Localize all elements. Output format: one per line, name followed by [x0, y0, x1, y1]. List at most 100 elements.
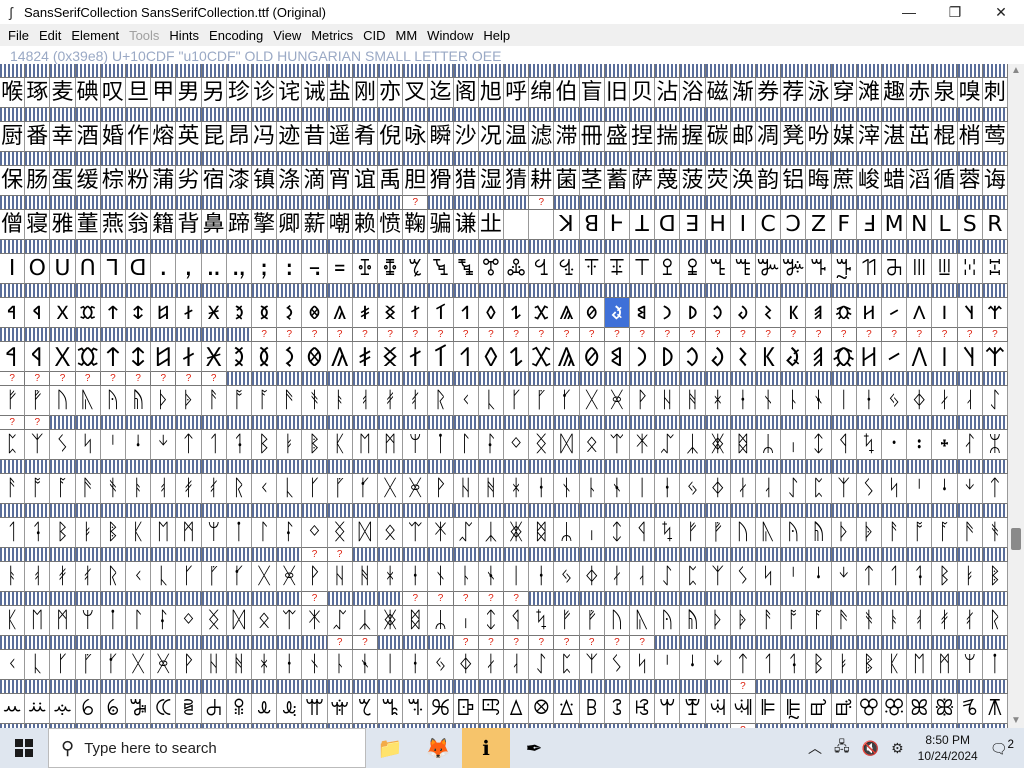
glyph-cell[interactable]: 𐳏 — [378, 298, 404, 328]
glyph-cell[interactable]: ᚳ — [151, 562, 177, 592]
glyph-cell[interactable]: 沾 — [655, 78, 681, 108]
glyph-cell[interactable]: 𐲣 — [882, 342, 908, 372]
glyph-cell[interactable]: ꔂ — [403, 254, 429, 284]
glyph-cell[interactable]: ᚢ — [604, 606, 630, 636]
glyph-cell[interactable]: ᛆ — [756, 474, 782, 504]
glyph-cell[interactable]: ᛈ — [554, 650, 580, 680]
glyph-cell[interactable]: 𐲦 — [957, 342, 983, 372]
glyph-cell[interactable]: ᚭ — [882, 606, 908, 636]
glyph-cell[interactable]: 瞬 — [428, 122, 454, 152]
glyph-cell[interactable]: 梢 — [957, 122, 983, 152]
glyph-cell[interactable]: ᚻ — [226, 650, 252, 680]
glyph-cell[interactable]: 𐳅 — [126, 298, 152, 328]
fontforge-icon[interactable]: ʃ — [4, 4, 18, 20]
glyph-cell[interactable]: ᛆ — [630, 562, 656, 592]
glyph-cell[interactable]: ᛓ — [831, 650, 857, 680]
glyph-cell[interactable]: ᚶ — [554, 386, 580, 416]
glyph-cell[interactable]: ᚷ — [378, 474, 404, 504]
glyph-cell[interactable]: ᚭ — [327, 386, 353, 416]
glyph-cell[interactable]: 谦 — [453, 210, 479, 240]
glyph-cell[interactable]: ᚸ — [151, 650, 177, 680]
glyph-cell[interactable]: ꔀ — [352, 254, 378, 284]
glyph-cell[interactable]: 董 — [75, 210, 101, 240]
glyph-cell[interactable]: 番 — [25, 122, 51, 152]
glyph-cell[interactable]: ᛏ — [730, 650, 756, 680]
glyph-cell[interactable]: 迄 — [428, 78, 454, 108]
glyph-cell[interactable]: ꓷ — [655, 210, 681, 240]
glyph-cell[interactable]: ᚸ — [604, 386, 630, 416]
glyph-cell[interactable]: ᛐ — [882, 562, 908, 592]
glyph-cell[interactable]: 阁 — [453, 78, 479, 108]
glyph-cell[interactable]: ᛗ — [378, 430, 404, 460]
glyph-cell[interactable]: ᚬ — [982, 518, 1008, 548]
glyph-cell[interactable]: ᛨ — [604, 518, 630, 548]
glyph-cell[interactable]: ꕌ — [302, 694, 328, 724]
glyph-cell[interactable]: ᛪ — [856, 430, 882, 460]
menu-file[interactable]: File — [4, 28, 33, 43]
glyph-cell[interactable]: 𐲐 — [403, 342, 429, 372]
glyph-cell[interactable]: ᛠ — [277, 606, 303, 636]
glyph-cell[interactable]: ᚤ — [781, 518, 807, 548]
glyph-cell[interactable]: ᛣ — [478, 518, 504, 548]
glyph-cell[interactable]: ᛩ — [630, 518, 656, 548]
glyph-cell[interactable]: ᚦ — [831, 518, 857, 548]
glyph-cell[interactable]: ꕉ — [226, 694, 252, 724]
scrollbar-thumb[interactable] — [1011, 528, 1021, 550]
glyph-cell[interactable]: ᛚ — [453, 430, 479, 460]
glyph-cell[interactable]: ᛏ — [982, 474, 1008, 504]
glyph-cell[interactable]: ᛑ — [226, 430, 252, 460]
glyph-cell[interactable]: 碘 — [75, 78, 101, 108]
glyph-cell[interactable]: ᚩ — [781, 606, 807, 636]
glyph-cell[interactable]: ᛇ — [655, 562, 681, 592]
glyph-cell[interactable]: 循 — [932, 166, 958, 196]
glyph-cell[interactable]: 𐳆 — [151, 298, 177, 328]
glyph-cell[interactable]: ᛎ — [957, 474, 983, 504]
glyph-cell[interactable]: 𐳋 — [277, 298, 303, 328]
maximize-button[interactable]: ❐ — [932, 0, 978, 24]
glyph-cell[interactable]: ꓟ — [882, 210, 908, 240]
glyph-cell[interactable]: 磁 — [705, 78, 731, 108]
glyph-cell[interactable]: 𐳕 — [529, 298, 555, 328]
glyph-cell[interactable]: 晦 — [806, 166, 832, 196]
glyph-cell[interactable]: ᛀ — [352, 650, 378, 680]
glyph-cell[interactable]: ᚬ — [856, 606, 882, 636]
glyph-cell[interactable]: 𐲋 — [277, 342, 303, 372]
glyph-cell[interactable]: 𐳐 — [403, 298, 429, 328]
glyph-cell[interactable]: ᛔ — [302, 430, 328, 460]
glyph-cell[interactable]: ᛝ — [327, 518, 353, 548]
glyph-cell[interactable]: ꓡ — [932, 210, 958, 240]
glyph-cell[interactable]: 漆 — [226, 166, 252, 196]
glyph-cell[interactable]: 棕 — [100, 166, 126, 196]
glyph-cell[interactable]: 𐳌 — [302, 298, 328, 328]
glyph-cell[interactable]: 骗 — [428, 210, 454, 240]
glyph-cell[interactable]: ᛅ — [478, 650, 504, 680]
glyph-cell[interactable]: ᛟ — [378, 518, 404, 548]
glyph-cell[interactable]: 猎 — [453, 166, 479, 196]
glyph-cell[interactable]: ᛧ — [579, 518, 605, 548]
glyph-cell[interactable]: 盐 — [327, 78, 353, 108]
glyph-cell[interactable]: 荧 — [705, 166, 731, 196]
glyph-cell[interactable]: ᚦ — [151, 386, 177, 416]
glyph-cell[interactable]: 泳 — [806, 78, 832, 108]
glyph-cell[interactable]: ꔈ — [554, 254, 580, 284]
glyph-cell[interactable]: ᛄ — [453, 650, 479, 680]
glyph-cell[interactable]: ꔆ — [504, 254, 530, 284]
glyph-cell[interactable]: ᛡ — [302, 606, 328, 636]
glyph-cell[interactable]: 薪 — [302, 210, 328, 240]
glyph-cell[interactable]: ᚥ — [126, 386, 152, 416]
glyph-cell[interactable]: ᚲ — [0, 650, 26, 680]
menu-window[interactable]: Window — [423, 28, 477, 43]
glyph-cell[interactable]: ᚲ — [126, 562, 152, 592]
glyph-cell[interactable]: ꓘ — [554, 210, 580, 240]
glyph-cell[interactable]: 昆 — [201, 122, 227, 152]
glyph-cell[interactable]: ᛢ — [327, 606, 353, 636]
glyph-cell[interactable]: 湛 — [882, 122, 908, 152]
minimize-button[interactable]: — — [886, 0, 932, 24]
glyph-cell[interactable]: ꕒ — [453, 694, 479, 724]
glyph-cell[interactable]: 𐲇 — [176, 342, 202, 372]
glyph-cell[interactable]: 𐳍 — [327, 298, 353, 328]
glyph-cell[interactable]: ᛇ — [781, 474, 807, 504]
glyph-cell[interactable]: ᛍ — [932, 474, 958, 504]
glyph-cell[interactable]: 揣 — [655, 122, 681, 152]
glyph-cell[interactable]: 叉 — [403, 78, 429, 108]
